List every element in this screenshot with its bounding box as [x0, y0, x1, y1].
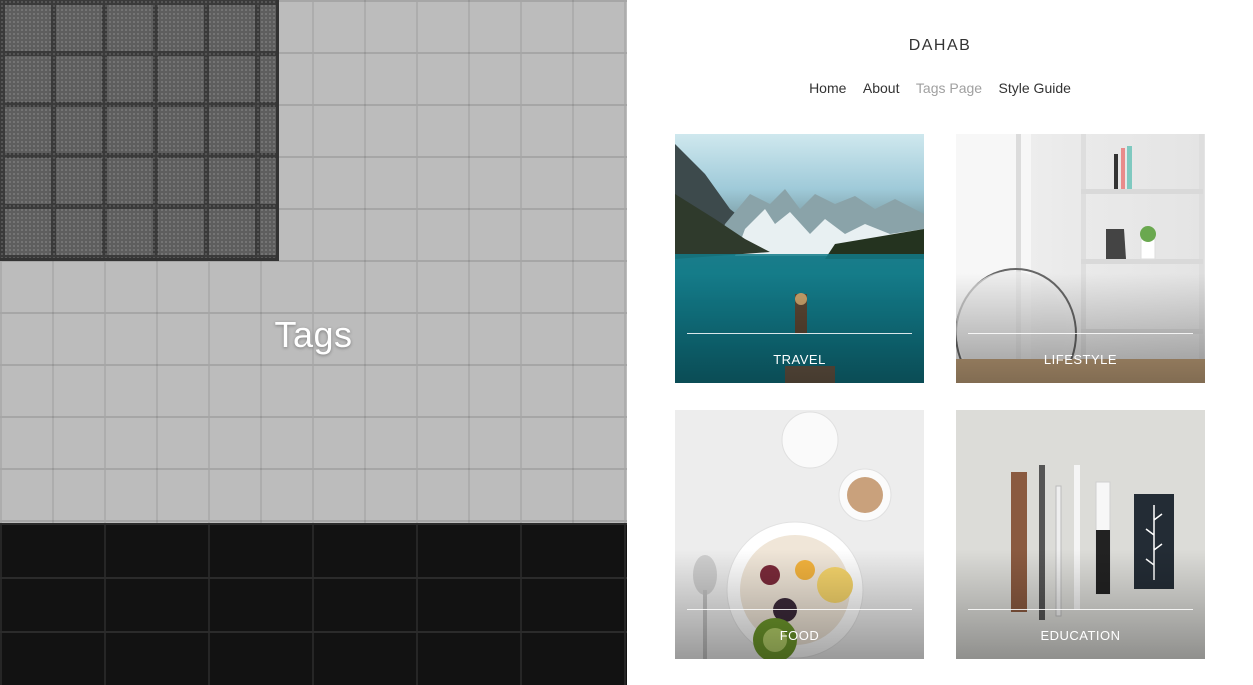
tag-label: TRAVEL — [773, 352, 826, 367]
card-divider — [968, 609, 1193, 610]
tag-card-lifestyle[interactable]: LIFESTYLE — [956, 134, 1205, 383]
hero-banner: Tags — [0, 0, 627, 685]
nav-style-guide[interactable]: Style Guide — [999, 80, 1071, 96]
tag-label: EDUCATION — [1040, 628, 1121, 643]
nav-home[interactable]: Home — [809, 80, 846, 96]
nav-tags-page[interactable]: Tags Page — [916, 80, 982, 96]
tag-card-travel[interactable]: TRAVEL — [675, 134, 924, 383]
tag-card-food[interactable]: FOOD — [675, 410, 924, 659]
nav-about[interactable]: About — [863, 80, 900, 96]
main-nav: Home About Tags Page Style Guide — [627, 80, 1253, 98]
card-divider — [687, 333, 912, 334]
tag-label: FOOD — [779, 628, 820, 643]
card-divider — [968, 333, 1193, 334]
tag-label: LIFESTYLE — [1043, 352, 1118, 367]
glass-block-window — [0, 0, 279, 261]
card-divider — [687, 609, 912, 610]
tag-card-education[interactable]: EDUCATION — [956, 410, 1205, 659]
dark-tile-band — [0, 523, 627, 685]
hero-title: Tags — [274, 314, 353, 355]
site-brand[interactable]: DAHAB — [627, 37, 1253, 55]
